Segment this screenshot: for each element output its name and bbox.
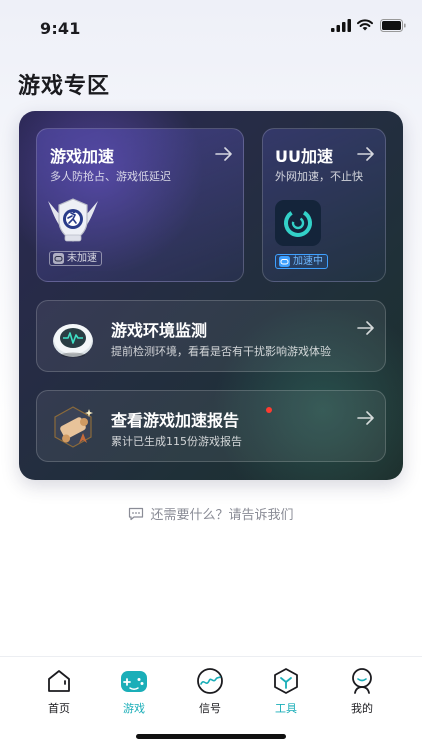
chat-bubble-icon xyxy=(129,507,144,521)
environment-monitor-subtitle: 提前检测环境，看看是否有干扰影响游戏体验 xyxy=(111,345,331,358)
boost-report-title: 查看游戏加速报告 xyxy=(111,411,240,430)
uu-boost-subtitle: 外网加速，不止快 xyxy=(275,170,363,183)
winged-shield-medal-icon xyxy=(48,198,98,242)
tab-signal-label: 信号 xyxy=(199,702,221,715)
uu-boost-card[interactable]: UU加速 外网加速，不止快 加速中 xyxy=(262,128,386,282)
tools-hexagon-icon xyxy=(274,668,298,694)
feedback-link[interactable]: 还需要什么？请告诉我们 xyxy=(0,504,422,523)
notification-dot xyxy=(266,407,272,413)
battery-icon xyxy=(380,19,406,32)
bottom-tab-bar: 首页 游戏 信号 工具 我的 xyxy=(0,656,422,726)
signal-globe-icon xyxy=(197,668,223,694)
tab-profile[interactable]: 我的 xyxy=(332,667,392,716)
uu-app-logo-icon xyxy=(275,200,321,246)
home-icon xyxy=(48,670,70,692)
feedback-label: 还需要什么？请告诉我们 xyxy=(150,508,294,523)
boosting-label: 加速中 xyxy=(293,256,323,267)
tab-games[interactable]: 游戏 xyxy=(104,667,164,716)
boost-report-subtitle: 累计已生成115份游戏报告 xyxy=(111,435,242,448)
cellular-signal-icon xyxy=(331,19,351,32)
game-zone-panel: 游戏加速 多人防抢占、游戏低延迟 未加速 UU加速 外网加速，不止快 加速中 游… xyxy=(19,111,403,480)
profile-icon xyxy=(352,668,372,694)
game-boost-title: 游戏加速 xyxy=(50,147,115,166)
tab-tools[interactable]: 工具 xyxy=(256,667,316,716)
environment-monitor-title: 游戏环境监测 xyxy=(111,321,208,340)
arrow-right-icon xyxy=(357,321,374,335)
status-bar: 9:41 xyxy=(0,0,422,50)
report-scroll-icon xyxy=(54,406,93,448)
gamepad-icon xyxy=(121,671,147,692)
not-boosted-label: 未加速 xyxy=(67,253,97,264)
tab-tools-label: 工具 xyxy=(275,702,297,715)
game-boost-subtitle: 多人防抢占、游戏低延迟 xyxy=(50,170,171,183)
tab-profile-label: 我的 xyxy=(351,702,373,715)
game-boost-card[interactable]: 游戏加速 多人防抢占、游戏低延迟 未加速 xyxy=(36,128,244,282)
status-time: 9:41 xyxy=(40,19,81,38)
uu-boost-title: UU加速 xyxy=(275,147,333,166)
tab-home-label: 首页 xyxy=(48,702,70,715)
badge-gamepad-icon xyxy=(53,253,64,264)
boosting-badge: 加速中 xyxy=(275,254,328,269)
home-indicator xyxy=(136,734,286,739)
arrow-right-icon xyxy=(357,411,374,425)
wifi-icon xyxy=(357,19,373,31)
arrow-right-icon xyxy=(215,147,232,161)
tab-games-label: 游戏 xyxy=(123,702,145,715)
badge-gamepad-icon xyxy=(279,256,290,267)
tab-home[interactable]: 首页 xyxy=(29,667,89,716)
not-boosted-badge: 未加速 xyxy=(49,251,102,266)
monitor-device-icon xyxy=(53,324,93,358)
tab-signal[interactable]: 信号 xyxy=(180,667,240,716)
environment-monitor-card[interactable]: 游戏环境监测 提前检测环境，看看是否有干扰影响游戏体验 xyxy=(36,300,386,372)
boost-report-card[interactable]: 查看游戏加速报告 累计已生成115份游戏报告 xyxy=(36,390,386,462)
page-title: 游戏专区 xyxy=(18,74,111,99)
arrow-right-icon xyxy=(357,147,374,161)
